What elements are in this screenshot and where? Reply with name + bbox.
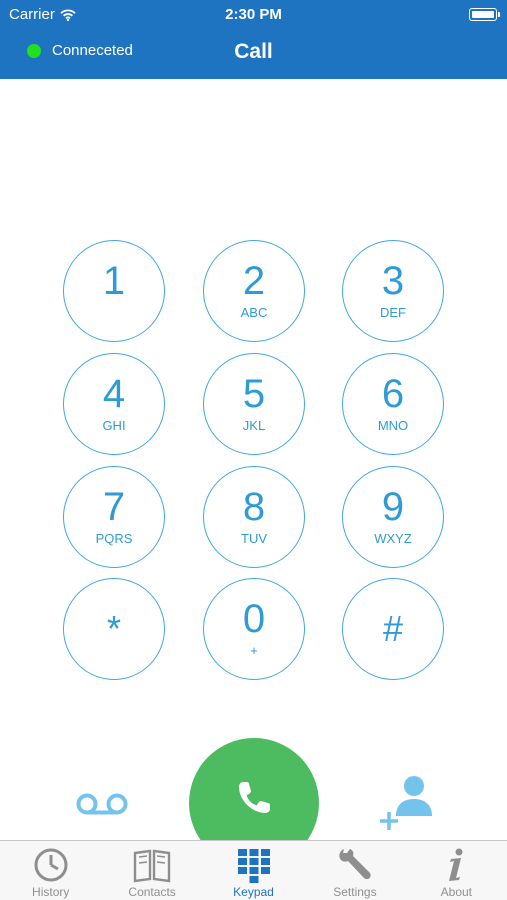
tab-label: History [32,885,70,899]
key-letters: DEF [380,305,406,320]
key-digit: 3 [381,259,405,303]
key-7[interactable]: 7 PQRS [63,466,165,568]
key-digit: 1 [102,259,126,303]
key-digit: 7 [102,485,126,529]
key-3[interactable]: 3 DEF [342,240,444,342]
key-digit: 6 [381,372,405,416]
page-title: Call [234,40,273,63]
add-contact-icon [380,776,432,830]
key-digit: # [382,608,404,649]
key-digit: 9 [381,485,405,529]
key-9[interactable]: 9 WXYZ [342,466,444,568]
voicemail-button[interactable] [76,790,128,820]
tab-history[interactable]: History [0,841,101,900]
phone-icon [239,782,270,813]
book-icon [133,849,171,883]
info-icon [449,848,463,881]
call-screen: Carrier 2:30 PM Conneceted Call 1 2 ABC … [0,0,507,900]
key-digit: 8 [242,485,266,529]
key-digit: * [106,608,121,649]
key-letters: MNO [377,418,409,433]
key-letters: WXYZ [374,531,412,546]
key-star[interactable]: * [63,578,165,680]
tab-label: Settings [333,885,377,899]
key-letters: + [250,643,258,658]
tab-label: Keypad [233,885,274,899]
key-letters: TUV [241,531,267,546]
key-letters: PQRS [95,531,133,546]
key-letters: ABC [240,305,268,320]
header: Carrier 2:30 PM Conneceted Call [0,0,507,79]
key-4[interactable]: 4 GHI [63,353,165,455]
key-letters: JKL [242,418,266,433]
add-contact-button[interactable] [378,774,434,830]
key-0[interactable]: 0 + [203,578,305,680]
key-2[interactable]: 2 ABC [203,240,305,342]
battery-icon [469,8,500,21]
key-digit: 5 [242,372,266,416]
tab-label: Contacts [128,885,176,899]
key-digit: 0 [242,597,266,641]
status-time: 2:30 PM [225,6,282,23]
key-1[interactable]: 1 [63,240,165,342]
tab-bar: History Contacts Keypad Settings About [0,840,507,900]
clock-icon [34,848,68,882]
tab-settings[interactable]: Settings [304,841,405,900]
key-8[interactable]: 8 TUV [203,466,305,568]
key-5[interactable]: 5 JKL [203,353,305,455]
tab-about[interactable]: About [406,841,507,900]
key-digit: 4 [102,372,126,416]
voicemail-icon [76,793,128,815]
tab-contacts[interactable]: Contacts [101,841,202,900]
wrench-icon [339,849,371,880]
tab-keypad[interactable]: Keypad [203,841,304,900]
tab-label: About [440,885,472,899]
key-digit: 2 [242,259,266,303]
key-6[interactable]: 6 MNO [342,353,444,455]
keypad-icon [237,849,270,883]
key-letters: GHI [102,418,126,433]
key-hash[interactable]: # [342,578,444,680]
